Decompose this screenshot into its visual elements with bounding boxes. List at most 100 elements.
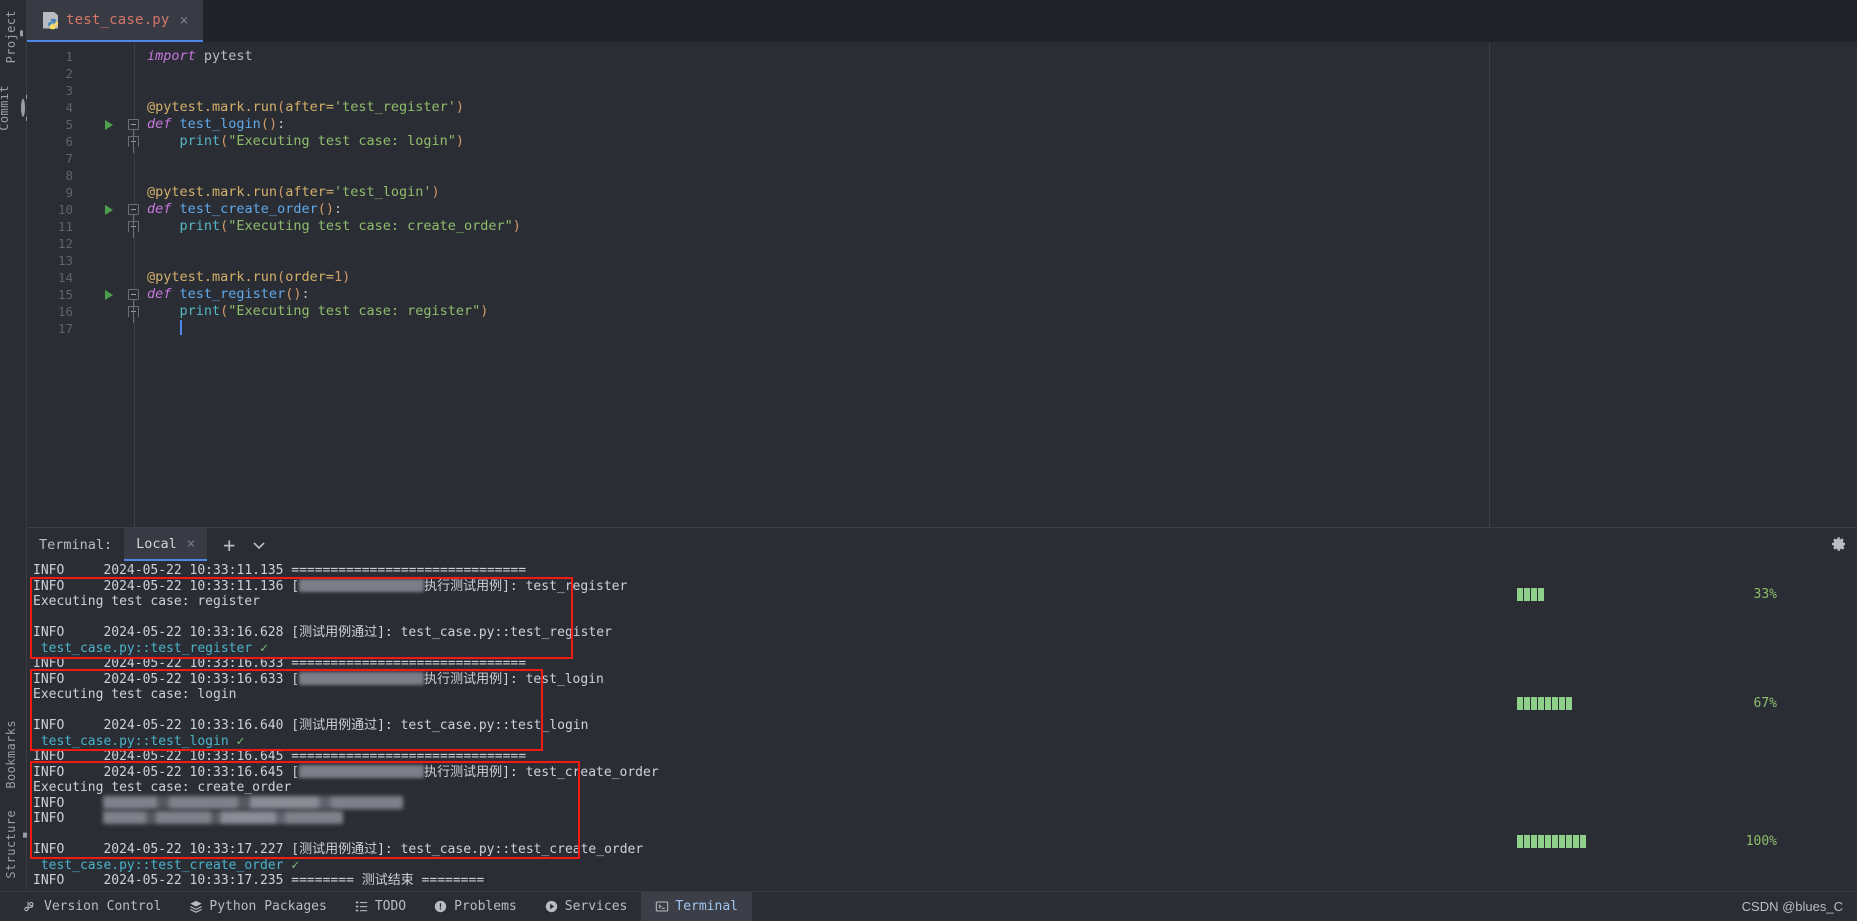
fold-connector bbox=[133, 129, 134, 153]
status-bar-item-label: Terminal bbox=[675, 899, 738, 914]
progress-block bbox=[1552, 835, 1558, 848]
gutter-row[interactable]: 3 bbox=[27, 82, 134, 99]
gutter-row[interactable]: 9 bbox=[27, 184, 134, 201]
center-column: test_case.py × 1 2 3 4 5 6 7 8 9 10 11 12 13 14 15 16 17… bbox=[27, 0, 1857, 891]
gutter-row[interactable]: 13 bbox=[27, 252, 134, 269]
terminal-text: INFO 2024-05-22 10:33:11.135 ===========… bbox=[33, 563, 527, 578]
watermark-credit: CSDN @blues_C bbox=[1741, 899, 1843, 914]
status-bar-item-terminal[interactable]: Terminal bbox=[641, 892, 752, 921]
sidebar-item-commit-label: Commit bbox=[0, 85, 11, 132]
code-token: print bbox=[179, 303, 221, 319]
status-bar-item-services[interactable]: Services bbox=[531, 892, 642, 921]
gutter-row[interactable]: 16 bbox=[27, 303, 139, 320]
code-token: ( bbox=[277, 269, 286, 285]
gutter-row[interactable]: 7 bbox=[27, 150, 134, 167]
terminal-text: INFO 2024-05-22 10:33:16.645 ===========… bbox=[33, 749, 527, 764]
line-number: 3 bbox=[65, 83, 73, 98]
redacted-text-block bbox=[103, 795, 404, 809]
progress-block bbox=[1531, 588, 1537, 601]
add-terminal-icon[interactable]: + bbox=[223, 535, 235, 555]
terminal-panel: Terminal: Local × + INFO 2024-05-22 10:3… bbox=[27, 528, 1857, 891]
gear-icon[interactable] bbox=[1831, 536, 1847, 556]
gutter-row[interactable]: 5 bbox=[27, 116, 139, 133]
progress-block bbox=[1524, 835, 1530, 848]
packages-icon bbox=[189, 900, 203, 913]
terminal-text: Executing test case: create_order bbox=[33, 780, 292, 795]
progress-block bbox=[1552, 697, 1558, 710]
line-number: 6 bbox=[65, 134, 73, 149]
code-token: ( bbox=[277, 99, 286, 115]
terminal-text: Executing test case: login bbox=[33, 687, 237, 702]
terminal-tab-local[interactable]: Local × bbox=[124, 528, 208, 561]
chevron-down-icon[interactable] bbox=[251, 537, 267, 553]
sidebar-item-structure[interactable]: Structure bbox=[4, 804, 34, 885]
main-body: Project Commit Bookmarks Structure test_… bbox=[0, 0, 1857, 891]
progress-block bbox=[1517, 835, 1523, 848]
python-logo-icon bbox=[48, 18, 58, 29]
gutter-row[interactable]: 4 bbox=[27, 99, 134, 116]
status-bar-item-todo[interactable]: TODO bbox=[341, 892, 420, 921]
redacted-text-block bbox=[299, 671, 425, 685]
sidebar-item-project[interactable]: Project bbox=[4, 4, 23, 69]
terminal-icon bbox=[655, 900, 669, 913]
status-bar-item-label: Python Packages bbox=[209, 899, 327, 914]
run-test-icon[interactable] bbox=[105, 205, 113, 215]
code-editor[interactable]: 1 2 3 4 5 6 7 8 9 10 11 12 13 14 15 16 17 import pytest @… bbox=[27, 42, 1857, 528]
progress-block bbox=[1580, 835, 1586, 848]
python-file-icon bbox=[43, 11, 58, 29]
code-token: @pytest.mark.run bbox=[147, 184, 278, 200]
progress-bar bbox=[1517, 697, 1572, 710]
terminal-text: INFO 2024-05-22 10:33:16.633 ===========… bbox=[33, 656, 527, 671]
branch-icon bbox=[24, 900, 37, 913]
gutter-row[interactable]: 6 bbox=[27, 133, 139, 150]
terminal-line: test_case.py::test_register ✓ bbox=[33, 641, 1857, 657]
run-test-icon[interactable] bbox=[105, 120, 113, 130]
line-number: 9 bbox=[65, 185, 73, 200]
gutter-row[interactable]: 1 bbox=[27, 48, 134, 65]
terminal-line: INFO 2024-05-22 10:33:16.633 [执行测试用例]: t… bbox=[33, 671, 1857, 688]
gutter-row[interactable]: 11 bbox=[27, 218, 139, 235]
sidebar-item-commit[interactable]: Commit bbox=[0, 79, 30, 137]
line-number: 12 bbox=[57, 236, 73, 251]
terminal-line: test_case.py::test_create_order ✓ bbox=[33, 858, 1857, 874]
editor-code-area[interactable]: import pytest @pytest.mark.run(after='tes… bbox=[135, 42, 1857, 527]
code-line: print("Executing test case: register") bbox=[147, 303, 1857, 320]
terminal-line: Executing test case: register bbox=[33, 594, 1857, 610]
code-token: def bbox=[147, 116, 172, 132]
status-bar-item-problems[interactable]: Problems bbox=[420, 892, 531, 921]
run-test-icon[interactable] bbox=[105, 290, 113, 300]
status-bar-item-version-control[interactable]: Version Control bbox=[10, 892, 175, 921]
editor-gutter[interactable]: 1 2 3 4 5 6 7 8 9 10 11 12 13 14 15 16 17 bbox=[27, 42, 139, 527]
terminal-text: INFO 2024-05-22 10:33:11.136 [ bbox=[33, 578, 300, 594]
gutter-row[interactable]: 10 bbox=[27, 201, 139, 218]
line-number: 10 bbox=[57, 202, 73, 217]
code-token: test_login bbox=[179, 116, 261, 132]
gutter-row[interactable]: 2 bbox=[27, 65, 134, 82]
terminal-output[interactable]: INFO 2024-05-22 10:33:11.135 ===========… bbox=[27, 561, 1857, 891]
code-token: import bbox=[147, 48, 196, 64]
gutter-row[interactable]: 17 bbox=[27, 320, 134, 337]
terminal-line: INFO 2024-05-22 10:33:16.645 ===========… bbox=[33, 749, 1857, 765]
code-token: ) bbox=[480, 303, 489, 319]
code-token: "Executing test case: login" bbox=[228, 133, 456, 149]
code-token: test_register bbox=[179, 286, 286, 302]
status-bar-item-python-packages[interactable]: Python Packages bbox=[175, 892, 340, 921]
close-icon[interactable]: × bbox=[180, 11, 189, 29]
code-token: "Executing test case: register" bbox=[228, 303, 481, 319]
tab-test-case-py[interactable]: test_case.py × bbox=[27, 0, 203, 42]
editor-tabbar: test_case.py × bbox=[27, 0, 1857, 42]
terminal-text: INFO 2024-05-22 10:33:16.628 [测试用例通过]: t… bbox=[33, 625, 612, 640]
line-number: 8 bbox=[65, 168, 73, 183]
status-bar: Version Control Python Packages TODO Proble… bbox=[0, 891, 1857, 921]
gutter-row[interactable]: 12 bbox=[27, 235, 134, 252]
sidebar-item-bookmarks[interactable]: Bookmarks bbox=[4, 714, 23, 795]
code-token: 'test_register' bbox=[333, 99, 456, 115]
gutter-row[interactable]: 14 bbox=[27, 269, 134, 286]
close-icon[interactable]: × bbox=[187, 536, 195, 552]
gutter-row[interactable]: 8 bbox=[27, 167, 134, 184]
gutter-row[interactable]: 15 bbox=[27, 286, 139, 303]
